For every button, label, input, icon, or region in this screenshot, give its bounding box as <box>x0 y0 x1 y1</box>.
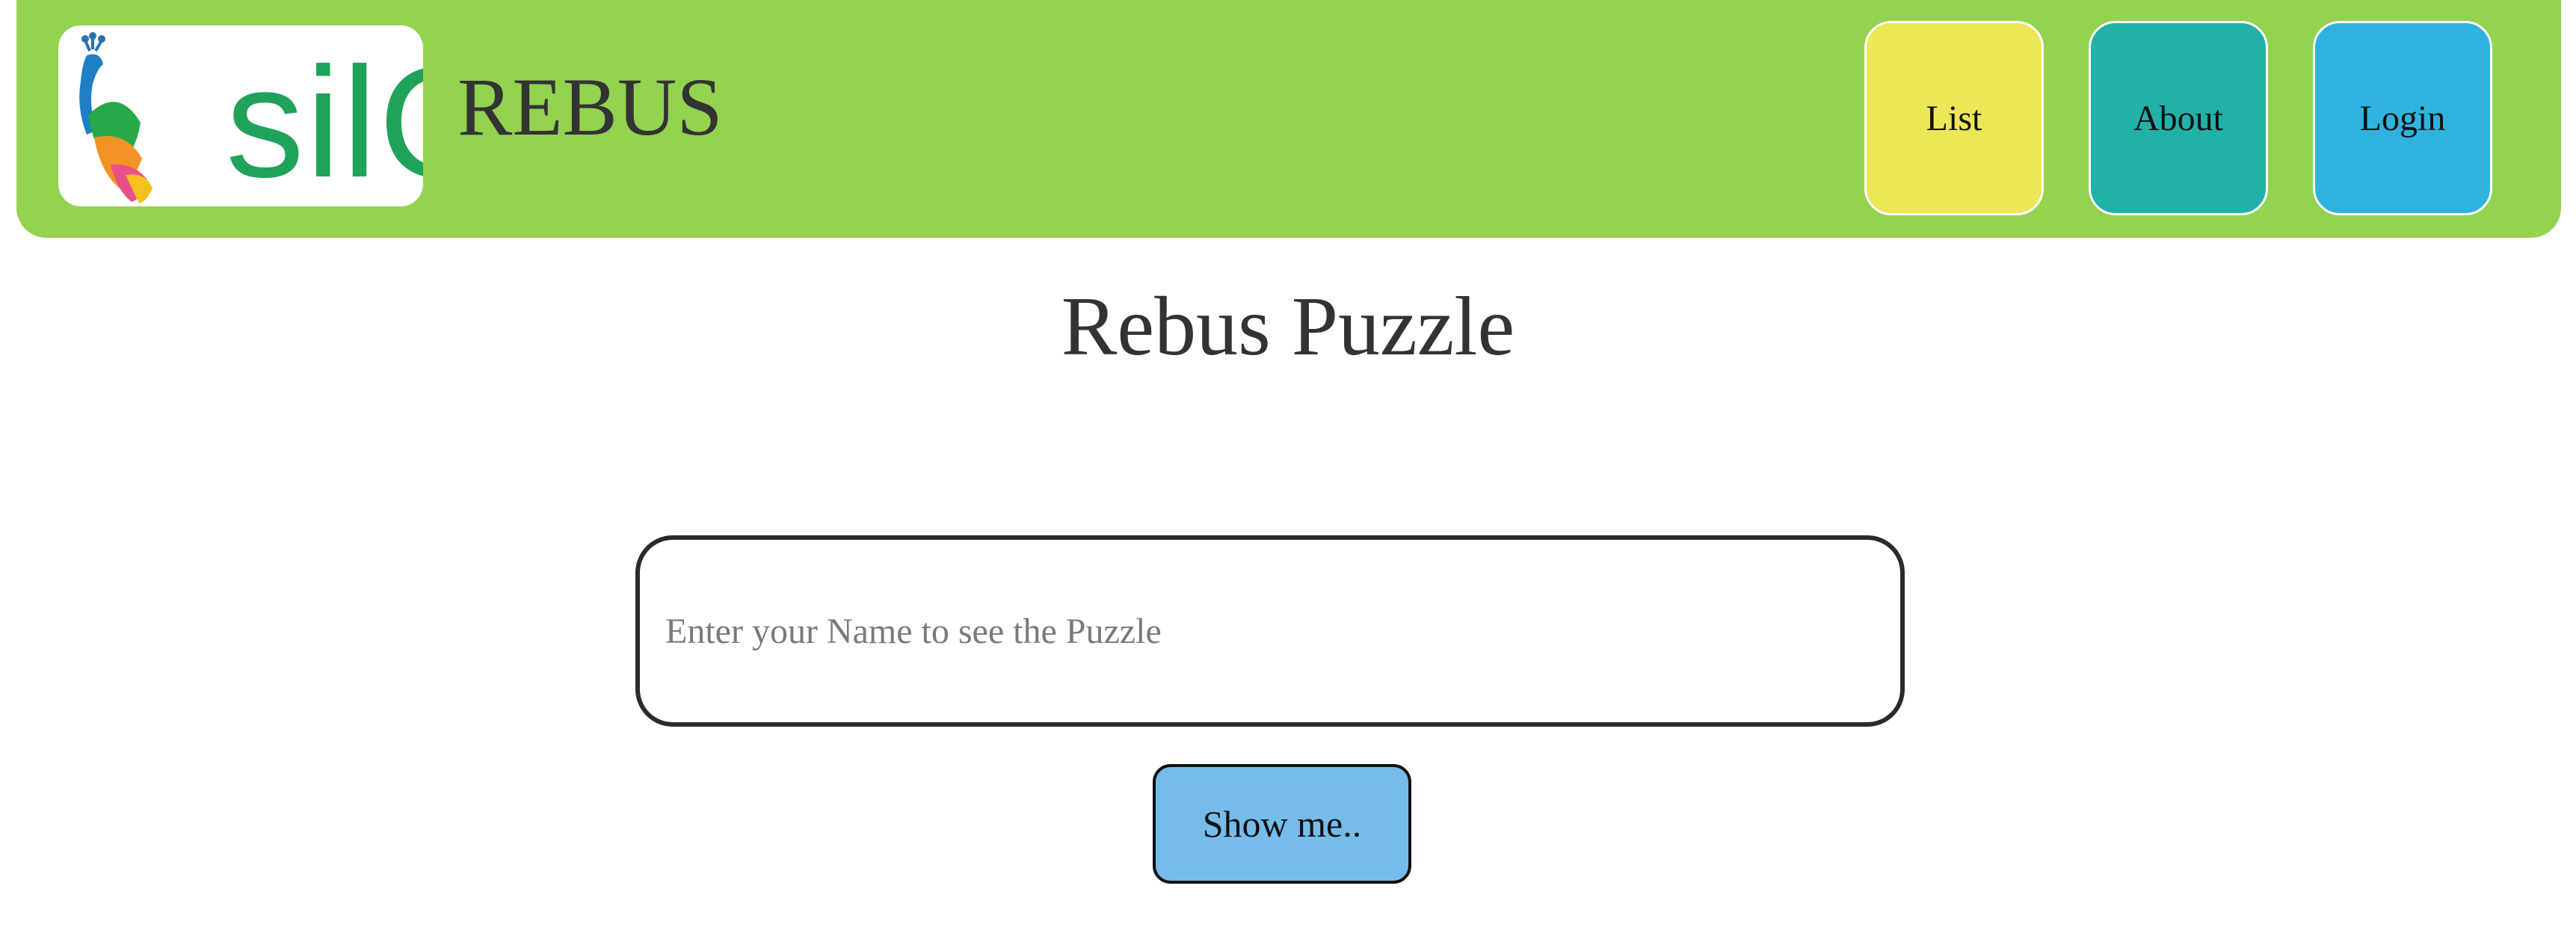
app-title: REBUS <box>457 61 723 153</box>
nav-login-button[interactable]: Login <box>2313 21 2492 215</box>
peacock-icon <box>79 32 152 203</box>
nav-list-button[interactable]: List <box>1864 21 2044 215</box>
nav-about-button[interactable]: About <box>2089 21 2268 215</box>
logo-text: silC <box>226 34 423 206</box>
show-me-button[interactable]: Show me.. <box>1153 764 1411 884</box>
silc-logo[interactable]: silC <box>58 25 423 206</box>
header-bar: silC REBUS List About Login <box>16 0 2561 238</box>
name-input[interactable] <box>635 535 1905 727</box>
page-title: Rebus Puzzle <box>1061 280 1515 373</box>
